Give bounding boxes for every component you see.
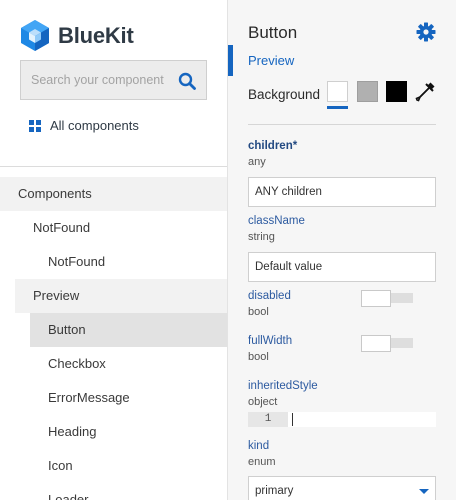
prop-classname: className string Default value bbox=[248, 215, 438, 282]
prop-name-kind: kind bbox=[248, 440, 270, 452]
background-label: Background bbox=[248, 87, 321, 102]
props-panel: Button Preview Background children* any … bbox=[228, 0, 456, 500]
prop-type-kind: enum bbox=[248, 456, 276, 468]
fullwidth-toggle[interactable] bbox=[361, 335, 413, 352]
swatch-selected-indicator bbox=[327, 106, 348, 109]
gear-icon[interactable] bbox=[416, 22, 436, 42]
swatch-black[interactable] bbox=[386, 81, 407, 102]
all-components-label: All components bbox=[50, 118, 139, 133]
prop-type-fullwidth: bool bbox=[248, 351, 269, 363]
tree-item-button[interactable]: Button bbox=[30, 313, 227, 347]
chevron-down-icon bbox=[419, 489, 429, 494]
prop-type-disabled: bool bbox=[248, 306, 269, 318]
background-picker: Background bbox=[248, 80, 448, 110]
prop-name-inheritedstyle: inheritedStyle bbox=[248, 380, 318, 392]
panel-divider bbox=[248, 124, 436, 125]
prop-name-children: children* bbox=[248, 140, 298, 152]
prop-name-classname: className bbox=[248, 215, 305, 227]
logo[interactable]: BlueKit bbox=[20, 19, 134, 52]
swatch-white[interactable] bbox=[327, 81, 348, 102]
tab-preview-label: Preview bbox=[248, 53, 295, 68]
grid-icon bbox=[29, 119, 41, 132]
tab-preview[interactable]: Preview bbox=[228, 45, 456, 76]
prop-disabled: disabled bool bbox=[248, 290, 438, 318]
tree-item-notfound[interactable]: NotFound bbox=[0, 245, 227, 279]
prop-type-inheritedstyle: object bbox=[248, 396, 278, 408]
tree-item-errormessage[interactable]: ErrorMessage bbox=[0, 381, 227, 415]
tree-item-checkbox[interactable]: Checkbox bbox=[0, 347, 227, 381]
search-box bbox=[20, 60, 207, 100]
prop-inheritedstyle: inheritedStyle object 1 bbox=[248, 380, 438, 427]
classname-input[interactable]: Default value bbox=[248, 252, 436, 282]
toggle-knob bbox=[361, 335, 391, 352]
eyedropper-icon[interactable] bbox=[415, 81, 436, 102]
cube-logo-icon bbox=[21, 20, 49, 51]
sidebar-divider bbox=[0, 166, 227, 167]
sidebar: BlueKit All components Components NotFou… bbox=[0, 0, 228, 500]
inheritedstyle-code-editor[interactable]: 1 bbox=[248, 412, 436, 427]
search-icon[interactable] bbox=[178, 72, 196, 90]
tree-item-heading[interactable]: Heading bbox=[0, 415, 227, 449]
swatch-gray[interactable] bbox=[357, 81, 378, 102]
disabled-toggle[interactable] bbox=[361, 290, 413, 307]
kind-select[interactable]: primary bbox=[248, 476, 436, 500]
tree-item-icon[interactable]: Icon bbox=[0, 449, 227, 483]
tree-item-preview-group[interactable]: Preview bbox=[15, 279, 227, 313]
tree-item-loader[interactable]: Loader bbox=[0, 483, 227, 500]
kind-select-value: primary bbox=[255, 485, 294, 497]
active-tab-indicator bbox=[228, 45, 233, 76]
all-components-link[interactable]: All components bbox=[29, 118, 139, 133]
prop-type-classname: string bbox=[248, 231, 275, 243]
search-input[interactable] bbox=[21, 61, 171, 99]
component-title: Button bbox=[248, 23, 298, 42]
tree-item-components[interactable]: Components bbox=[0, 177, 227, 211]
prop-kind: kind enum primary bbox=[248, 440, 438, 500]
tree-item-notfound-group[interactable]: NotFound bbox=[0, 211, 227, 245]
text-cursor bbox=[292, 413, 293, 426]
logo-text: BlueKit bbox=[58, 22, 134, 48]
line-number: 1 bbox=[248, 412, 288, 427]
children-input[interactable]: ANY children bbox=[248, 177, 436, 207]
toggle-knob bbox=[361, 290, 391, 307]
prop-type-children: any bbox=[248, 156, 266, 168]
prop-fullwidth: fullWidth bool bbox=[248, 335, 438, 363]
prop-children: children* any ANY children bbox=[248, 140, 438, 207]
component-tree: Components NotFound NotFound Preview But… bbox=[0, 177, 227, 500]
